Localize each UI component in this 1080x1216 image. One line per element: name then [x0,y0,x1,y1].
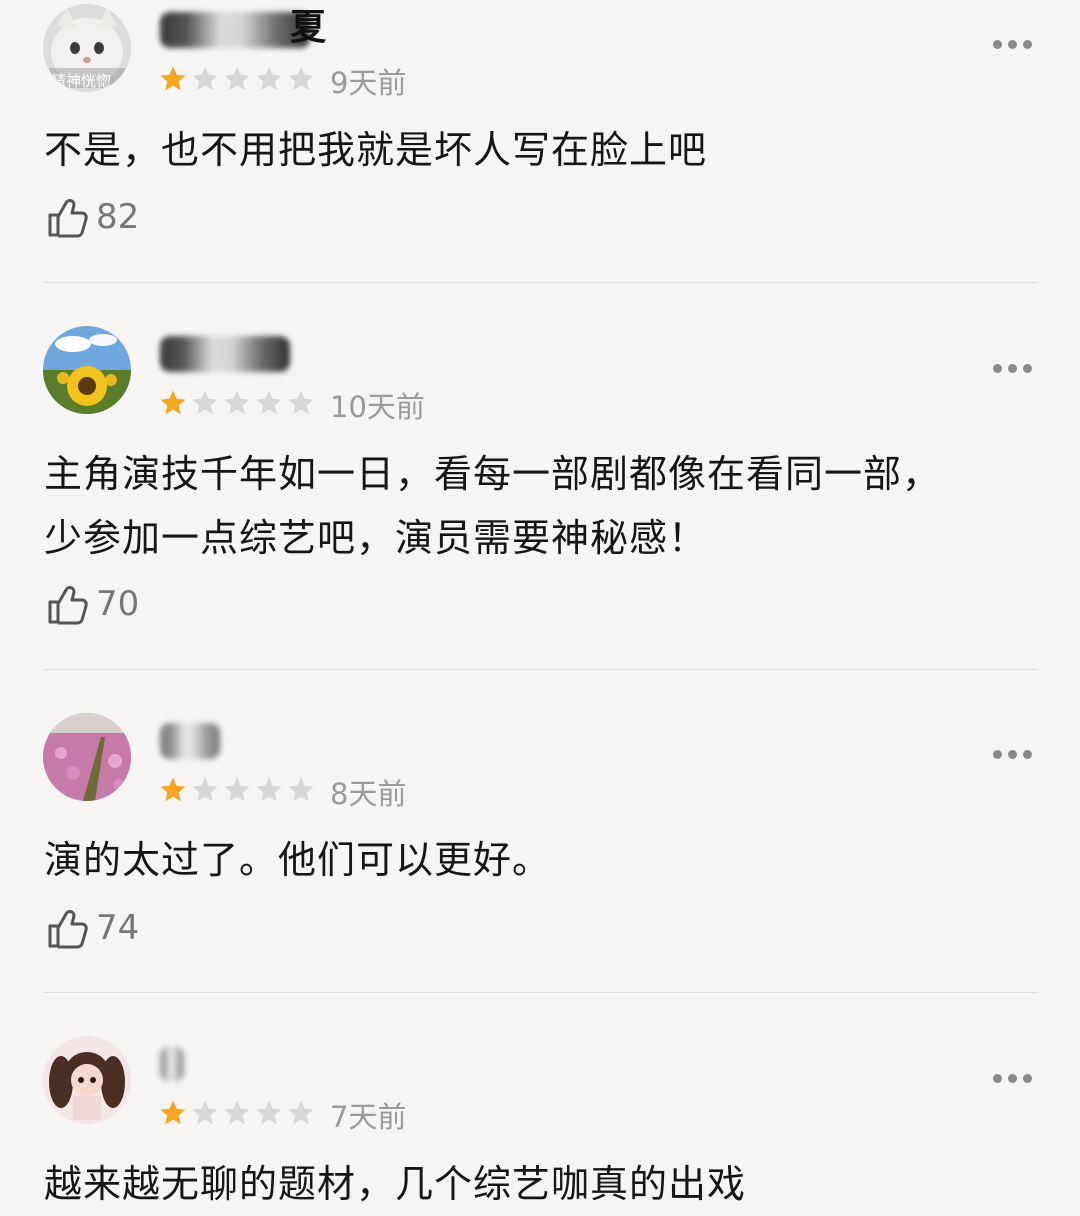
star-empty-icon [288,1100,314,1125]
user-avatar[interactable] [43,1036,131,1124]
star-empty-icon [192,1100,218,1125]
review-item: 7天前 越来越无聊的题材，几个综艺咖真的出戏 [0,0,1080,1209]
review-content: 越来越无聊的题材，几个综艺咖真的出戏 [44,1162,747,1206]
username[interactable] [160,1042,360,1082]
review-time: 7天前 [330,1100,407,1134]
more-icon[interactable] [993,1074,1032,1083]
rating-stars [158,1098,316,1128]
star-filled-icon [160,1100,186,1125]
anime-girl-avatar-icon [43,1036,131,1124]
star-empty-icon [256,1100,282,1125]
star-empty-icon [224,1100,250,1125]
